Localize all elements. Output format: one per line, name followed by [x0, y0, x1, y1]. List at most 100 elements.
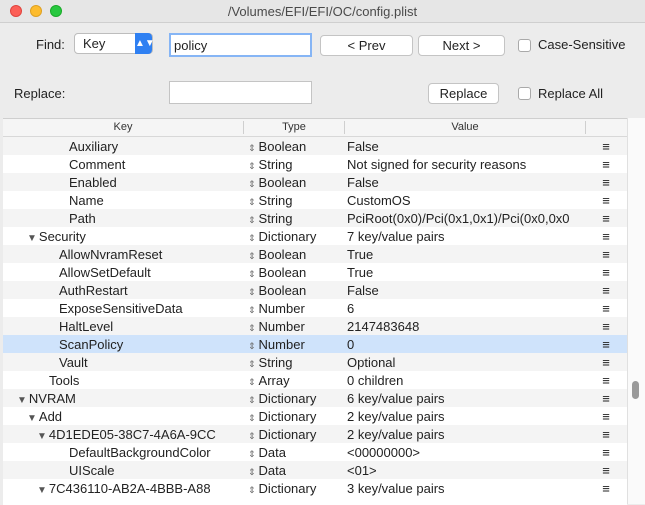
table-row[interactable]: ▼ 4D1EDE05-38C7-4A6A-9CC ⇕ Dictionary 2 key/…: [3, 425, 627, 443]
type-stepper-icon[interactable]: ⇕: [248, 395, 256, 405]
type-cell[interactable]: ⇕ Dictionary: [248, 481, 342, 496]
disclosure-triangle-icon[interactable]: ▼: [27, 413, 37, 424]
row-menu-icon[interactable]: ≡: [599, 391, 613, 406]
type-cell[interactable]: ⇕ String: [248, 193, 342, 208]
type-cell[interactable]: ⇕ Data: [248, 463, 342, 478]
key-cell[interactable]: ▼ Security: [27, 229, 265, 244]
value-cell[interactable]: Optional: [347, 355, 587, 370]
type-stepper-icon[interactable]: ⇕: [248, 359, 256, 369]
type-stepper-icon[interactable]: ⇕: [248, 251, 256, 261]
prev-button[interactable]: < Prev: [320, 35, 413, 56]
disclosure-triangle-icon[interactable]: ▼: [17, 395, 27, 406]
type-cell[interactable]: ⇕ Dictionary: [248, 391, 342, 406]
table-row[interactable]: Vault ⇕ String Optional ≡: [3, 353, 627, 371]
key-cell[interactable]: ▼ 4D1EDE05-38C7-4A6A-9CC: [37, 427, 275, 442]
row-menu-icon[interactable]: ≡: [599, 247, 613, 262]
row-menu-icon[interactable]: ≡: [599, 373, 613, 388]
table-row[interactable]: AllowSetDefault ⇕ Boolean True ≡: [3, 263, 627, 281]
value-column-header[interactable]: Value: [345, 121, 585, 133]
type-stepper-icon[interactable]: ⇕: [248, 413, 256, 423]
row-menu-icon[interactable]: ≡: [599, 301, 613, 316]
row-menu-icon[interactable]: ≡: [599, 211, 613, 226]
key-cell[interactable]: ▼ NVRAM: [17, 391, 255, 406]
type-cell[interactable]: ⇕ Dictionary: [248, 427, 342, 442]
type-cell[interactable]: ⇕ Boolean: [248, 247, 342, 262]
value-cell[interactable]: 6 key/value pairs: [347, 391, 587, 406]
value-cell[interactable]: <00000000>: [347, 445, 587, 460]
value-cell[interactable]: True: [347, 247, 587, 262]
row-menu-icon[interactable]: ≡: [599, 157, 613, 172]
type-stepper-icon[interactable]: ⇕: [248, 179, 256, 189]
type-stepper-icon[interactable]: ⇕: [248, 161, 256, 171]
value-cell[interactable]: 2147483648: [347, 319, 587, 334]
value-cell[interactable]: CustomOS: [347, 193, 587, 208]
table-row[interactable]: AuthRestart ⇕ Boolean False ≡: [3, 281, 627, 299]
table-row[interactable]: Tools ⇕ Array 0 children ≡: [3, 371, 627, 389]
replace-input[interactable]: [169, 81, 312, 104]
value-cell[interactable]: False: [347, 283, 587, 298]
row-menu-icon[interactable]: ≡: [599, 265, 613, 280]
find-field-select[interactable]: Key ▲▼: [74, 33, 155, 54]
type-cell[interactable]: ⇕ String: [248, 211, 342, 226]
type-stepper-icon[interactable]: ⇕: [248, 305, 256, 315]
type-cell[interactable]: ⇕ Dictionary: [248, 229, 342, 244]
type-stepper-icon[interactable]: ⇕: [248, 377, 256, 387]
value-cell[interactable]: 7 key/value pairs: [347, 229, 587, 244]
value-cell[interactable]: False: [347, 175, 587, 190]
type-cell[interactable]: ⇕ Array: [248, 373, 342, 388]
type-cell[interactable]: ⇕ Number: [248, 337, 342, 352]
type-stepper-icon[interactable]: ⇕: [248, 323, 256, 333]
type-cell[interactable]: ⇕ Data: [248, 445, 342, 460]
type-cell[interactable]: ⇕ Boolean: [248, 139, 342, 154]
table-row[interactable]: HaltLevel ⇕ Number 2147483648 ≡: [3, 317, 627, 335]
replace-all-checkbox[interactable]: [518, 87, 531, 100]
disclosure-triangle-icon[interactable]: ▼: [37, 431, 47, 442]
disclosure-triangle-icon[interactable]: ▼: [37, 485, 47, 496]
value-cell[interactable]: 2 key/value pairs: [347, 409, 587, 424]
row-menu-icon[interactable]: ≡: [599, 409, 613, 424]
table-row[interactable]: ScanPolicy ⇕ Number 0 ≡: [3, 335, 627, 353]
table-row[interactable]: ▼ 7C436110-AB2A-4BBB-A88 ⇕ Dictionary 3 key/…: [3, 479, 627, 497]
value-cell[interactable]: <01>: [347, 463, 587, 478]
next-button[interactable]: Next >: [418, 35, 505, 56]
row-menu-icon[interactable]: ≡: [599, 481, 613, 496]
find-input[interactable]: policy: [169, 33, 312, 57]
value-cell[interactable]: 2 key/value pairs: [347, 427, 587, 442]
table-row[interactable]: AllowNvramReset ⇕ Boolean True ≡: [3, 245, 627, 263]
type-cell[interactable]: ⇕ Number: [248, 301, 342, 316]
table-row[interactable]: ▼ Add ⇕ Dictionary 2 key/value pairs ≡: [3, 407, 627, 425]
row-menu-icon[interactable]: ≡: [599, 229, 613, 244]
type-cell[interactable]: ⇕ Boolean: [248, 175, 342, 190]
column-divider[interactable]: [585, 121, 586, 134]
value-cell[interactable]: True: [347, 265, 587, 280]
disclosure-triangle-icon[interactable]: ▼: [27, 233, 37, 244]
type-cell[interactable]: ⇕ Boolean: [248, 283, 342, 298]
type-cell[interactable]: ⇕ String: [248, 157, 342, 172]
type-stepper-icon[interactable]: ⇕: [248, 449, 256, 459]
table-row[interactable]: Auxiliary ⇕ Boolean False ≡: [3, 137, 627, 155]
row-menu-icon[interactable]: ≡: [599, 175, 613, 190]
type-stepper-icon[interactable]: ⇕: [248, 431, 256, 441]
type-stepper-icon[interactable]: ⇕: [248, 287, 256, 297]
type-stepper-icon[interactable]: ⇕: [248, 215, 256, 225]
type-cell[interactable]: ⇕ Number: [248, 319, 342, 334]
row-menu-icon[interactable]: ≡: [599, 319, 613, 334]
row-menu-icon[interactable]: ≡: [599, 427, 613, 442]
type-column-header[interactable]: Type: [244, 121, 344, 133]
type-cell[interactable]: ⇕ Dictionary: [248, 409, 342, 424]
row-menu-icon[interactable]: ≡: [599, 193, 613, 208]
vertical-scrollbar[interactable]: [627, 118, 645, 504]
table-row[interactable]: Comment ⇕ String Not signed for security re…: [3, 155, 627, 173]
value-cell[interactable]: 6: [347, 301, 587, 316]
value-cell[interactable]: PciRoot(0x0)/Pci(0x1,0x1)/Pci(0x0,0x0: [347, 211, 587, 226]
table-row[interactable]: ▼ Security ⇕ Dictionary 7 key/value pairs ≡: [3, 227, 627, 245]
key-cell[interactable]: ▼ Add: [27, 409, 265, 424]
row-menu-icon[interactable]: ≡: [599, 463, 613, 478]
replace-button[interactable]: Replace: [428, 83, 499, 104]
key-column-header[interactable]: Key: [3, 121, 243, 133]
row-menu-icon[interactable]: ≡: [599, 445, 613, 460]
table-row[interactable]: Enabled ⇕ Boolean False ≡: [3, 173, 627, 191]
table-row[interactable]: Name ⇕ String CustomOS ≡: [3, 191, 627, 209]
row-menu-icon[interactable]: ≡: [599, 283, 613, 298]
row-menu-icon[interactable]: ≡: [599, 139, 613, 154]
